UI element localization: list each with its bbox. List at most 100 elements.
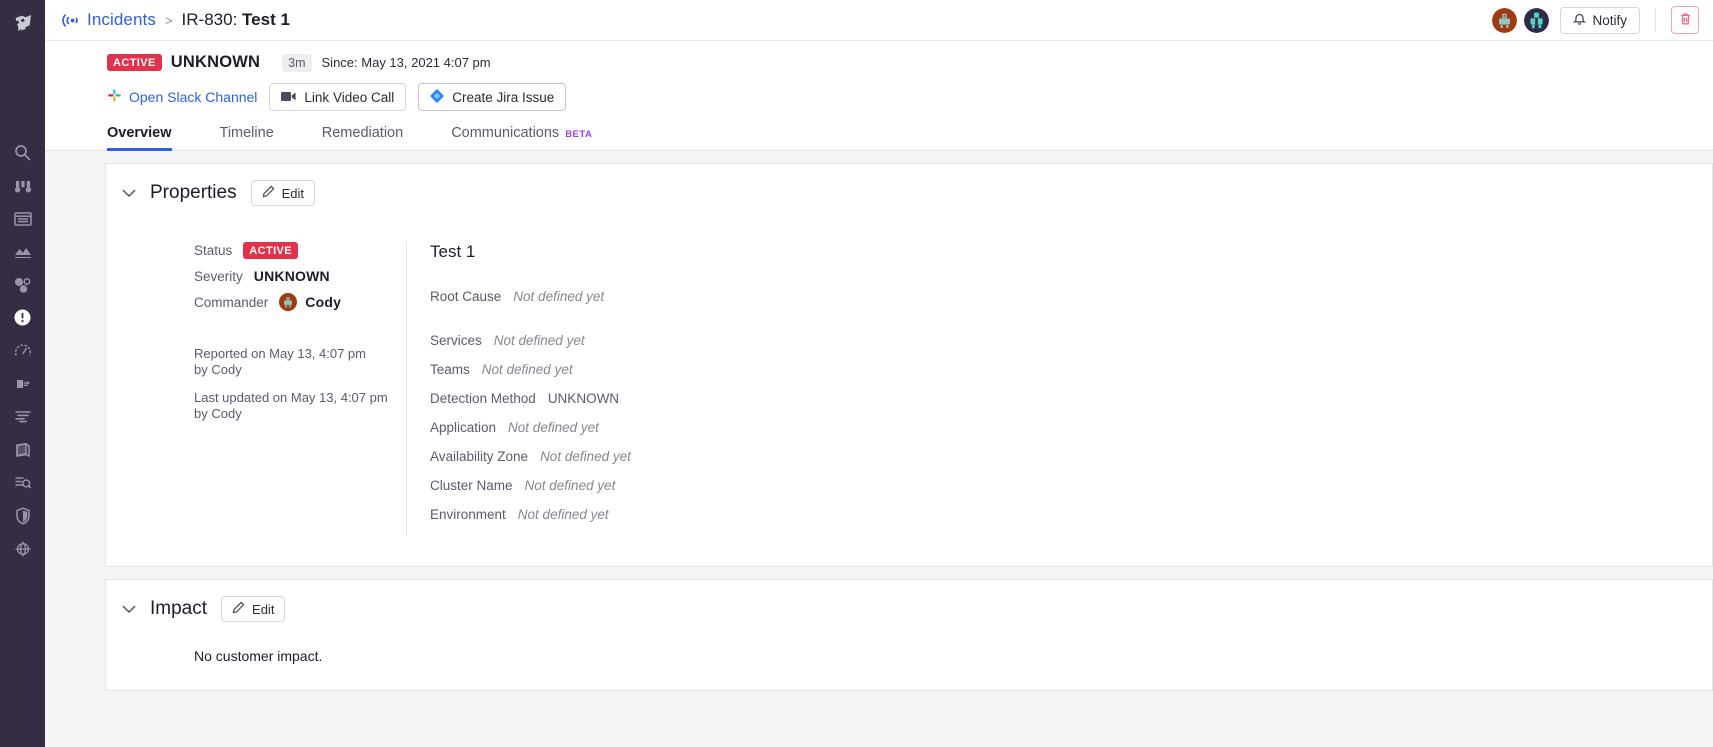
commander-avatar (279, 293, 297, 311)
notebook-icon (14, 442, 32, 458)
serverless-icon (14, 376, 32, 392)
incident-status-strip: ACTIVE UNKNOWN 3m Since: May 13, 2021 4:… (45, 41, 1713, 72)
field-cluster-name-key: Cluster Name (430, 478, 513, 493)
tab-overview-label: Overview (107, 125, 172, 141)
breadcrumb-incidents-link[interactable]: Incidents (87, 10, 156, 30)
field-services[interactable]: Services Not defined yet (430, 333, 1712, 348)
tab-remediation-label: Remediation (322, 125, 403, 141)
impact-title: Impact (150, 598, 207, 620)
impact-card-header: Impact Edit (106, 580, 1712, 622)
datadog-logo-icon[interactable] (6, 6, 40, 40)
sidebar-item-apm[interactable] (6, 334, 40, 367)
field-root-cause[interactable]: Root Cause Not defined yet (430, 289, 1712, 304)
field-environment[interactable]: Environment Not defined yet (430, 507, 1712, 522)
sidebar-item-security[interactable] (6, 499, 40, 532)
properties-title: Properties (150, 182, 237, 204)
impact-edit-button[interactable]: Edit (221, 596, 285, 622)
notify-button[interactable]: Notify (1560, 7, 1640, 34)
field-environment-value: Not defined yet (518, 507, 609, 522)
network-globe-icon (14, 540, 32, 558)
field-availability-zone[interactable]: Availability Zone Not defined yet (430, 449, 1712, 464)
link-video-call-button[interactable]: Link Video Call (269, 83, 406, 111)
field-services-key: Services (430, 333, 482, 348)
tab-timeline[interactable]: Timeline (220, 125, 274, 150)
chevron-down-icon[interactable] (122, 605, 136, 614)
field-services-value: Not defined yet (494, 333, 585, 348)
severity-label: UNKNOWN (171, 53, 260, 72)
left-sidebar (0, 0, 45, 747)
link-video-call-label: Link Video Call (304, 90, 394, 105)
breadcrumb-current: IR-830: Test 1 (182, 10, 290, 30)
incidents-signal-icon (59, 12, 80, 29)
sidebar-item-incidents[interactable] (6, 301, 40, 334)
field-availability-zone-key: Availability Zone (430, 449, 528, 464)
sidebar-item-logs[interactable] (6, 400, 40, 433)
app-root: Incidents > IR-830: Test 1 (0, 0, 1713, 747)
field-teams-key: Teams (430, 362, 470, 377)
incident-tabs: Overview Timeline Remediation Communicat… (45, 125, 1713, 151)
create-jira-issue-button[interactable]: Create Jira Issue (418, 83, 566, 111)
property-commander-row: Commander (194, 293, 406, 311)
field-teams-value: Not defined yet (482, 362, 573, 377)
tab-communications[interactable]: Communications BETA (451, 125, 592, 150)
sidebar-item-search[interactable] (6, 136, 40, 169)
sidebar-item-integrations[interactable] (6, 268, 40, 301)
chevron-down-icon[interactable] (122, 189, 136, 198)
sidebar-item-network[interactable] (6, 532, 40, 565)
property-severity-row: Severity UNKNOWN (194, 268, 406, 284)
metrics-chart-icon (14, 245, 32, 259)
incident-id: IR-830: (182, 10, 242, 29)
tab-communications-label: Communications (451, 125, 559, 141)
properties-edit-label: Edit (282, 186, 304, 201)
search-icon (14, 144, 31, 161)
property-status-badge: ACTIVE (243, 242, 298, 259)
property-commander-key: Commander (194, 295, 268, 310)
sidebar-item-serverless[interactable] (6, 367, 40, 400)
create-jira-issue-label: Create Jira Issue (452, 90, 554, 105)
top-header-bar: Incidents > IR-830: Test 1 (45, 0, 1713, 41)
delete-incident-button[interactable] (1671, 6, 1699, 34)
field-application[interactable]: Application Not defined yet (430, 420, 1712, 435)
properties-meta: Reported on May 13, 4:07 pm by Cody Last… (194, 346, 406, 422)
field-teams[interactable]: Teams Not defined yet (430, 362, 1712, 377)
properties-card-header: Properties Edit (106, 164, 1712, 206)
field-detection-method[interactable]: Detection Method UNKNOWN (430, 391, 1712, 406)
field-root-cause-key: Root Cause (430, 289, 501, 304)
field-cluster-name[interactable]: Cluster Name Not defined yet (430, 478, 1712, 493)
properties-edit-button[interactable]: Edit (251, 180, 315, 206)
field-detection-method-key: Detection Method (430, 391, 536, 406)
reported-line-2: by Cody (194, 362, 406, 378)
updated-meta: Last updated on May 13, 4:07 pm by Cody (194, 390, 406, 422)
sidebar-item-dashboards[interactable] (6, 202, 40, 235)
properties-body: Status ACTIVE Severity UNKNOWN Commander (106, 206, 1712, 566)
open-slack-channel-link[interactable]: Open Slack Channel (107, 88, 257, 106)
user-avatar-commander[interactable] (1492, 8, 1517, 33)
header-divider (1655, 8, 1656, 32)
incident-title: Test 1 (242, 10, 290, 29)
properties-card: Properties Edit Status (105, 163, 1713, 567)
properties-detail-column: Test 1 Root Cause Not defined yet Servic… (406, 242, 1712, 536)
incident-detail-title: Test 1 (430, 242, 1712, 262)
slack-icon (107, 88, 122, 106)
user-avatar-responder[interactable] (1524, 8, 1549, 33)
trash-icon (1679, 12, 1692, 29)
sidebar-item-notebooks[interactable] (6, 433, 40, 466)
pencil-icon (262, 185, 275, 201)
tab-remediation[interactable]: Remediation (322, 125, 403, 150)
property-status-row: Status ACTIVE (194, 242, 406, 259)
sidebar-item-watchdog[interactable] (6, 169, 40, 202)
property-status-key: Status (194, 243, 232, 258)
logs-filter-icon (14, 410, 32, 423)
impact-body-text: No customer impact. (106, 622, 1712, 690)
incidents-alert-icon (14, 309, 31, 326)
sidebar-item-metrics[interactable] (6, 235, 40, 268)
sidebar-item-synthetics[interactable] (6, 466, 40, 499)
integrations-icon (14, 277, 32, 293)
field-root-cause-value: Not defined yet (513, 289, 604, 304)
pencil-icon (232, 601, 245, 617)
synthetics-icon (14, 475, 32, 491)
tab-overview[interactable]: Overview (107, 125, 172, 150)
tab-content-overview: Properties Edit Status (45, 151, 1713, 747)
tab-communications-beta-badge: BETA (565, 129, 592, 140)
properties-summary-column: Status ACTIVE Severity UNKNOWN Commander (106, 242, 406, 536)
